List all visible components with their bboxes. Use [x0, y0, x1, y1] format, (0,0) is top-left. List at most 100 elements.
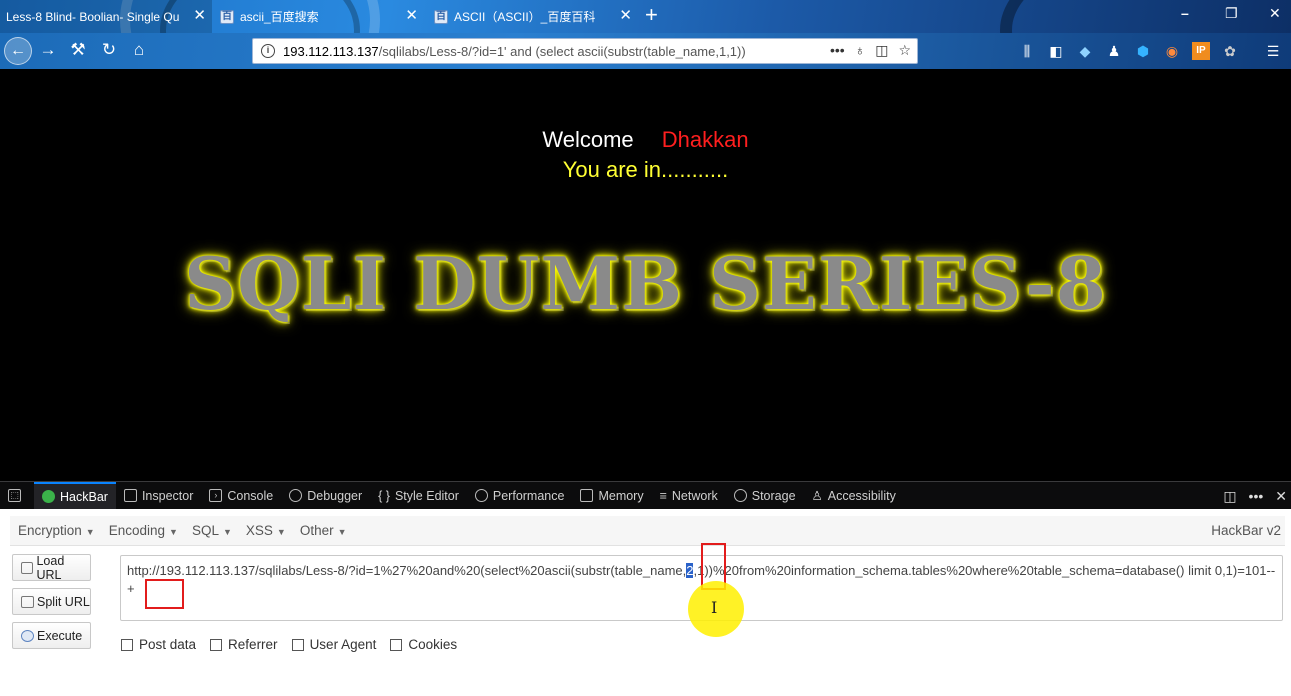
load-icon — [21, 561, 34, 574]
tab-label: Storage — [751, 488, 796, 503]
tab-inspector[interactable]: Inspector — [116, 482, 201, 510]
reload-icon[interactable]: ↻ — [98, 40, 120, 60]
hackbar-version: HackBar v2 — [1211, 523, 1281, 538]
tab-label: Debugger — [307, 488, 363, 503]
extension-icon[interactable]: ◆ — [1076, 42, 1094, 60]
chevron-down-icon: ▼ — [222, 527, 232, 537]
new-tab-icon[interactable]: + — [645, 3, 658, 27]
menu-sql[interactable]: SQL ▼ — [192, 523, 232, 538]
menu-label: Other — [299, 523, 334, 538]
tab-debugger[interactable]: Debugger — [281, 482, 370, 510]
ip-icon[interactable]: IP — [1192, 42, 1210, 60]
element-picker-icon[interactable]: ⬚ — [0, 482, 34, 510]
tab-network[interactable]: ≡ Network — [652, 482, 726, 510]
extension-icon[interactable]: ✿ — [1221, 42, 1239, 60]
close-window-icon[interactable]: ✕ — [1269, 5, 1281, 22]
tab-less8[interactable]: Less-8 Blind- Boolian- Single Qu ✕ — [0, 0, 212, 33]
hackbar-icon — [42, 490, 55, 503]
close-icon[interactable]: ✕ — [405, 8, 418, 23]
welcome-text: Welcome — [542, 127, 634, 152]
nav-bar: ← → ⚒ ↻ ⌂ i 193.112.113.137 /sqlilabs/Le… — [0, 33, 1291, 69]
load-url-button[interactable]: Load URL — [12, 553, 91, 582]
scissors-icon — [21, 595, 34, 608]
dock-icon[interactable]: ◫ — [1223, 488, 1236, 505]
extension-icon[interactable]: ♟ — [1105, 42, 1123, 60]
devtools-toolbar: ⬚ HackBar Inspector › Console Debugger { … — [0, 481, 1291, 510]
url-text: http://193.112.113.137/sqlilabs/Less-8/?… — [127, 563, 687, 578]
tab-console[interactable]: › Console — [201, 482, 281, 510]
checkbox[interactable] — [210, 638, 223, 651]
menu-other[interactable]: Other ▼ — [300, 523, 347, 538]
more-options-icon[interactable]: ••• — [1249, 488, 1264, 504]
close-icon[interactable]: ✕ — [619, 8, 632, 23]
menu-encoding[interactable]: Encoding ▼ — [109, 523, 178, 538]
bulb-icon[interactable]: ♁ — [855, 42, 866, 59]
picker-icon: ⬚ — [8, 489, 21, 502]
tab-memory[interactable]: Memory — [572, 482, 651, 510]
extension-icon[interactable]: ◉ — [1163, 42, 1181, 60]
url-path: /sqlilabs/Less-8/?id=1' and (select asci… — [378, 43, 746, 59]
checkbox[interactable] — [121, 638, 133, 651]
pocket-icon[interactable]: ◫ — [875, 42, 888, 59]
tab-accessibility[interactable]: ♙ Accessibility — [804, 482, 904, 510]
button-label: Load URL — [36, 553, 65, 582]
tab-label: HackBar — [60, 489, 108, 504]
checkbox[interactable] — [291, 638, 304, 651]
chevron-down-icon: ▼ — [169, 527, 178, 537]
tab-label: Memory — [598, 488, 644, 503]
close-devtools-icon[interactable]: ✕ — [1275, 488, 1287, 505]
forward-icon[interactable]: → — [37, 40, 59, 60]
performance-icon — [474, 489, 488, 502]
execute-button[interactable]: Execute — [12, 622, 91, 649]
chevron-down-icon: ▼ — [276, 527, 286, 537]
checkbox-label: Cookies — [408, 637, 458, 652]
referrer-checkbox[interactable]: Referrer — [210, 637, 278, 652]
tab-style-editor[interactable]: { } Style Editor — [370, 482, 467, 510]
info-icon[interactable]: i — [261, 44, 275, 58]
checkbox[interactable] — [390, 638, 403, 651]
tab-title: ASCII（ASCII）_百度百科 — [454, 10, 596, 24]
restore-icon[interactable]: ❐ — [1225, 5, 1238, 22]
tab-label: Inspector — [141, 488, 194, 503]
tab-title: ascii_百度搜索 — [240, 10, 319, 24]
address-bar[interactable]: i 193.112.113.137 /sqlilabs/Less-8/?id=1… — [252, 38, 918, 64]
menu-label: SQL — [191, 523, 219, 538]
checkbox-label: Referrer — [228, 637, 278, 652]
extension-icon[interactable]: ⬢ — [1134, 42, 1152, 60]
user-agent-checkbox[interactable]: User Agent — [291, 637, 376, 652]
home-icon[interactable]: ⌂ — [128, 40, 150, 60]
baidu-icon: 百 — [220, 9, 234, 24]
menu-encryption[interactable]: Encryption ▼ — [18, 523, 95, 538]
toolbar-icons: ⫼ ◧ ◆ ♟ ⬢ ◉ IP ✿ ☰ — [1018, 42, 1282, 60]
network-icon: ≡ — [659, 488, 667, 503]
tab-strip: Less-8 Blind- Boolian- Single Qu ✕ 百 asc… — [0, 0, 1291, 33]
split-url-button[interactable]: Split URL — [12, 588, 91, 615]
sidebar-icon[interactable]: ◧ — [1047, 42, 1065, 60]
close-icon[interactable]: ✕ — [193, 8, 206, 23]
tab-ascii-search[interactable]: 百 ascii_百度搜索 ✕ — [214, 0, 424, 33]
cookies-checkbox[interactable]: Cookies — [390, 637, 457, 652]
chevron-down-icon: ▼ — [85, 527, 95, 537]
more-actions-icon[interactable]: ••• — [830, 42, 845, 59]
tab-ascii-baike[interactable]: 百 ASCII（ASCII）_百度百科 ✕ — [428, 0, 638, 33]
highlight-box — [145, 579, 184, 609]
memory-icon — [580, 489, 594, 502]
welcome-line: Welcome Dhakkan — [0, 127, 1291, 153]
library-icon[interactable]: ⫼ — [1018, 42, 1036, 60]
tab-label: Network — [671, 488, 718, 503]
wrench-icon[interactable]: ⚒ — [67, 40, 89, 60]
hackbar-options: Post data Referrer User Agent Cookies — [121, 637, 457, 652]
tab-hackbar[interactable]: HackBar — [34, 481, 116, 510]
tab-storage[interactable]: Storage — [726, 482, 804, 510]
menu-xss[interactable]: XSS ▼ — [246, 523, 286, 538]
tab-performance[interactable]: Performance — [467, 482, 573, 510]
minimize-icon[interactable]: – — [1181, 5, 1189, 21]
button-label: Split URL — [37, 594, 90, 609]
bookmark-star-icon[interactable]: ☆ — [898, 42, 911, 59]
checkbox-label: Post data — [139, 637, 197, 652]
page-content: Welcome Dhakkan You are in........... SQ… — [0, 69, 1291, 481]
post-data-checkbox[interactable]: Post data — [121, 637, 196, 652]
back-icon[interactable]: ← — [4, 37, 32, 65]
play-icon — [21, 629, 34, 642]
menu-icon[interactable]: ☰ — [1264, 42, 1282, 60]
